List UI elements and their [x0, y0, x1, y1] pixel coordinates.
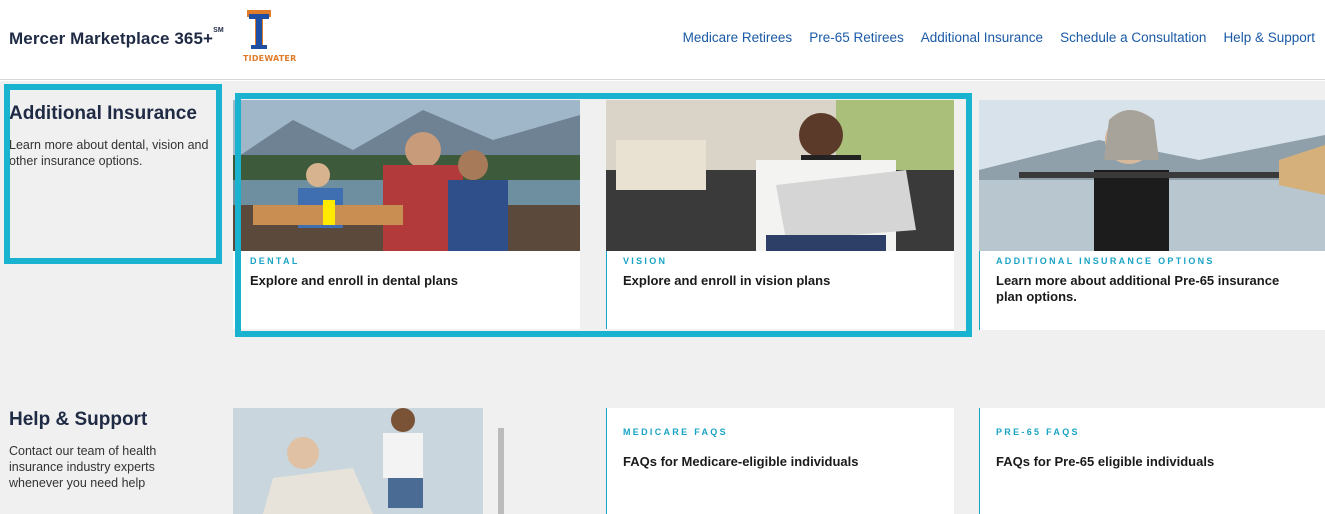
card-category: ADDITIONAL INSURANCE OPTIONS: [996, 256, 1215, 266]
help-support-section: Help & Support Contact our team of healt…: [0, 374, 1325, 514]
woman-with-paddle-photo: [979, 100, 1325, 251]
section-title: Help & Support: [9, 409, 148, 430]
nav-medicare-retirees[interactable]: Medicare Retirees: [683, 30, 793, 45]
pre65-faqs-card[interactable]: PRE-65 FAQS FAQs for Pre-65 eligible ind…: [979, 408, 1325, 514]
nav-schedule-consultation[interactable]: Schedule a Consultation: [1060, 30, 1206, 45]
card-link[interactable]: FAQs for Pre-65 eligible individuals: [996, 454, 1316, 470]
nav-additional-insurance[interactable]: Additional Insurance: [921, 30, 1043, 45]
nav-pre65-retirees[interactable]: Pre-65 Retirees: [809, 30, 904, 45]
help-support-intro: Help & Support Contact our team of healt…: [9, 409, 209, 491]
site-header: Mercer Marketplace 365+SM TIDEWATER Medi…: [0, 0, 1325, 80]
service-mark: SM: [213, 27, 224, 34]
brand-name: Mercer Marketplace 365+: [9, 29, 214, 48]
card-divider: [979, 408, 980, 514]
logo-wordmark: TIDEWATER: [243, 54, 297, 63]
brand-logo[interactable]: Mercer Marketplace 365+SM: [9, 27, 224, 49]
intro-highlight-box: [4, 84, 222, 264]
nav-help-support[interactable]: Help & Support: [1223, 30, 1315, 45]
cards-highlight-box: [235, 93, 972, 337]
card-link[interactable]: Learn more about additional Pre-65 insur…: [996, 273, 1296, 305]
grandfather-highfive-photo: [233, 408, 580, 514]
section-description: Contact our team of health insurance ind…: [9, 444, 157, 490]
card-divider: [606, 408, 607, 514]
card-category: PRE-65 FAQS: [996, 427, 1080, 437]
main-nav: Medicare Retirees Pre-65 Retirees Additi…: [683, 30, 1315, 45]
medicare-faqs-card[interactable]: MEDICARE FAQS FAQs for Medicare-eligible…: [606, 408, 954, 514]
card-category: MEDICARE FAQS: [623, 427, 728, 437]
help-photo-card: [233, 408, 580, 514]
card-link[interactable]: FAQs for Medicare-eligible individuals: [623, 454, 943, 470]
additional-options-card[interactable]: ADDITIONAL INSURANCE OPTIONS Learn more …: [979, 100, 1325, 330]
